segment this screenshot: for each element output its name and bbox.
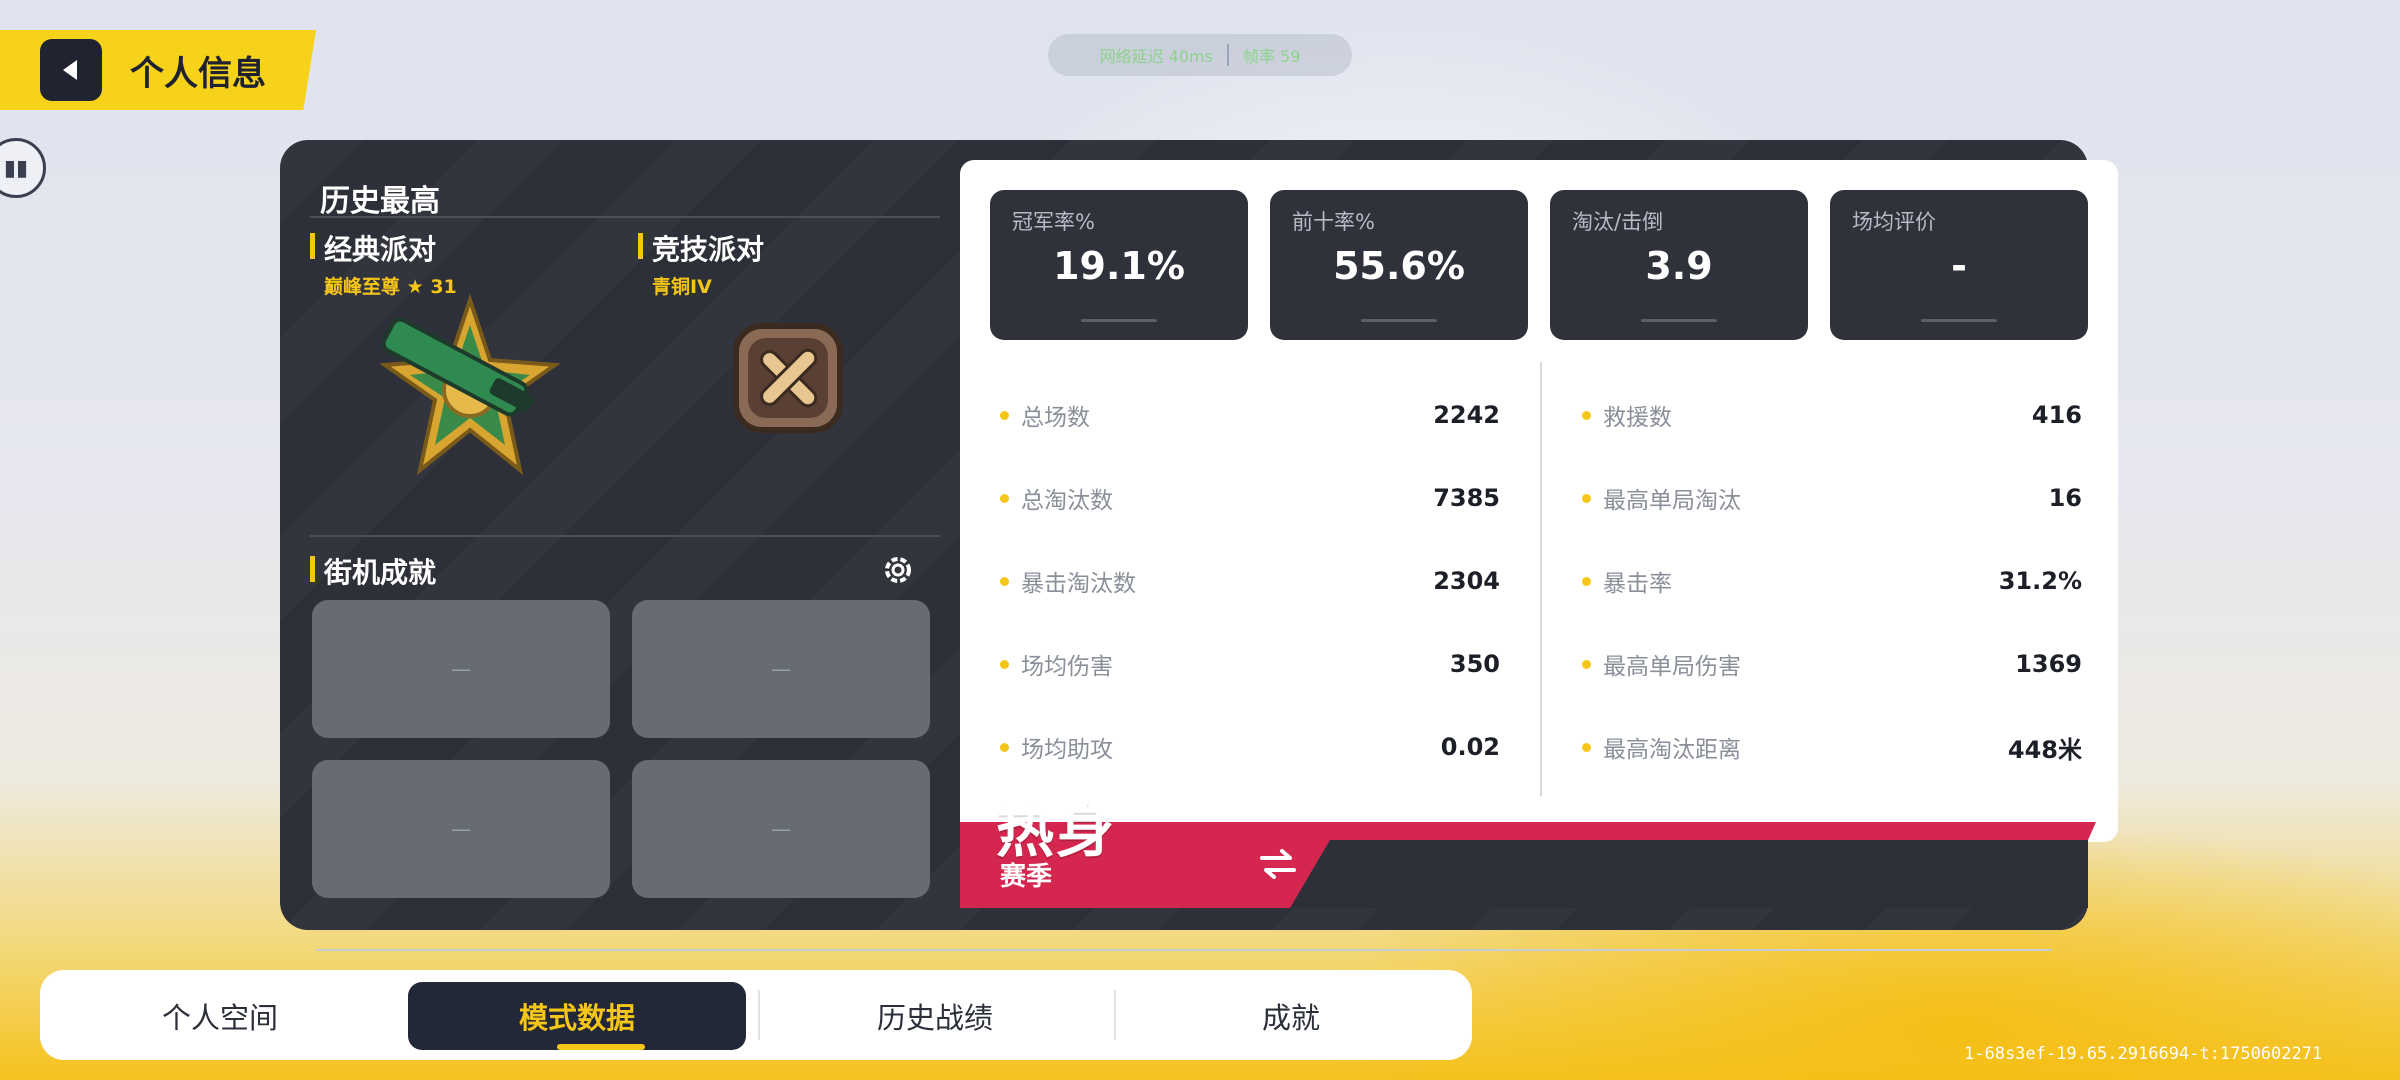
stat-top10-rate: 前十率% 55.6% (1270, 190, 1528, 340)
stat-number: 448米 (2007, 735, 2082, 764)
bullet-dot (1000, 493, 1009, 503)
stat-number: 0.02 (1440, 733, 1500, 761)
stat-label: 前十率% (1292, 210, 1375, 234)
stat-name: 最高单局淘汰 (1603, 488, 1741, 514)
tab-divider (758, 990, 760, 1040)
page-title: 个人信息 (130, 53, 266, 94)
arcade-slot[interactable]: — (632, 600, 930, 738)
mode-competitive[interactable]: 竞技派对 青铜IV (638, 228, 764, 299)
stat-row: 暴击率 31.2% (1582, 561, 2082, 601)
divider (310, 216, 940, 218)
stat-row: 场均助攻 0.02 (1000, 727, 1500, 767)
stat-underline (1081, 319, 1157, 322)
mode-name: 经典派对 (310, 228, 457, 268)
stat-value: - (1951, 244, 1967, 288)
stat-name: 暴击率 (1603, 571, 1672, 597)
stat-name: 场均助攻 (1021, 737, 1113, 763)
stat-win-rate: 冠军率% 19.1% (990, 190, 1248, 340)
mode-rank: 青铜IV (652, 276, 712, 298)
stat-number: 416 (2031, 401, 2082, 429)
stat-label: 淘汰/击倒 (1572, 210, 1664, 234)
season-banner (960, 822, 2096, 908)
stat-underline (1921, 319, 1997, 322)
stat-number: 1369 (2015, 650, 2082, 678)
stat-label: 冠军率% (1012, 210, 1095, 234)
stat-number: 2304 (1433, 567, 1500, 595)
stat-row: 最高单局伤害 1369 (1582, 644, 2082, 684)
bullet-dot (1582, 493, 1591, 503)
stat-name: 最高淘汰距离 (1603, 737, 1741, 763)
pause-icon: ▮▮ (3, 155, 29, 181)
bullet-dot (1582, 576, 1591, 586)
latency-text: 网络延迟 40ms (1099, 47, 1213, 66)
stat-avg-rating: 场均评价 - (1830, 190, 2088, 340)
bullet-dot (1582, 659, 1591, 669)
arcade-slot[interactable]: — (632, 760, 930, 898)
tab-history-record[interactable]: 历史战绩 (770, 982, 1100, 1050)
fps-text: 帧率 59 (1242, 47, 1301, 66)
stat-name: 场均伤害 (1021, 654, 1113, 680)
side-quick-button[interactable]: ▮▮ (0, 138, 46, 198)
back-arrow-icon (63, 60, 77, 80)
stat-name: 暴击淘汰数 (1021, 571, 1136, 597)
column-divider (1540, 362, 1542, 796)
top-header: 个人信息 (0, 30, 316, 110)
stat-name: 总场数 (1021, 405, 1090, 431)
history-title: 历史最高 (320, 184, 440, 219)
bullet-dot (1000, 659, 1009, 669)
stat-number: 350 (1449, 650, 1500, 678)
tab-mode-data[interactable]: 模式数据 (408, 982, 746, 1050)
stat-row: 总淘汰数 7385 (1000, 478, 1500, 518)
tab-achievements[interactable]: 成就 (1126, 982, 1456, 1050)
stat-number: 7385 (1433, 484, 1500, 512)
stat-row: 暴击淘汰数 2304 (1000, 561, 1500, 601)
stat-name: 最高单局伤害 (1603, 654, 1741, 680)
bullet-dot (1000, 742, 1009, 752)
arcade-slot[interactable]: — (312, 760, 610, 898)
stat-underline (1361, 319, 1437, 322)
season-label: 赛季 (1000, 862, 1053, 892)
bullet-dot (1582, 410, 1591, 420)
stat-name: 救援数 (1603, 405, 1672, 431)
stat-label: 场均评价 (1852, 210, 1936, 234)
bullet-dot (1000, 576, 1009, 586)
active-tab-indicator (557, 1044, 645, 1050)
stat-underline (1641, 319, 1717, 322)
stat-number: 16 (2048, 484, 2082, 512)
stat-row: 救援数 416 (1582, 395, 2082, 435)
bullet-dot (1000, 410, 1009, 420)
tab-personal-space[interactable]: 个人空间 (60, 982, 380, 1050)
stat-row: 最高单局淘汰 16 (1582, 478, 2082, 518)
network-status: 网络延迟 40ms 帧率 59 (1048, 34, 1352, 76)
tab-divider (1114, 990, 1116, 1040)
stat-row: 总场数 2242 (1000, 395, 1500, 435)
stat-row: 最高淘汰距离 448米 (1582, 727, 2082, 767)
swap-icon[interactable] (1256, 846, 1300, 882)
mode-name: 竞技派对 (638, 228, 764, 268)
arcade-slot[interactable]: — (312, 600, 610, 738)
divider (316, 949, 2052, 951)
mode-classic[interactable]: 经典派对 巅峰至尊 ★ 31 (310, 228, 457, 299)
back-button[interactable] (40, 39, 102, 101)
stat-number: 31.2% (1998, 567, 2082, 595)
stat-value: 19.1% (1053, 244, 1185, 288)
stat-name: 总淘汰数 (1021, 488, 1113, 514)
divider (310, 535, 940, 537)
stat-kd: 淘汰/击倒 3.9 (1550, 190, 1808, 340)
stat-value: 3.9 (1645, 244, 1713, 288)
network-divider (1226, 44, 1229, 66)
bullet-dot (1582, 742, 1591, 752)
competitive-rank-badge-icon (733, 323, 843, 433)
stat-number: 2242 (1433, 401, 1500, 429)
stat-value: 55.6% (1333, 244, 1465, 288)
build-id: 1-68s3ef-19.65.2916694-t:1750602271 (1964, 1044, 2323, 1064)
stat-row: 场均伤害 350 (1000, 644, 1500, 684)
arcade-title: 街机成就 (310, 551, 436, 591)
settings-icon[interactable] (880, 552, 916, 588)
classic-rank-badge-icon (379, 293, 561, 476)
